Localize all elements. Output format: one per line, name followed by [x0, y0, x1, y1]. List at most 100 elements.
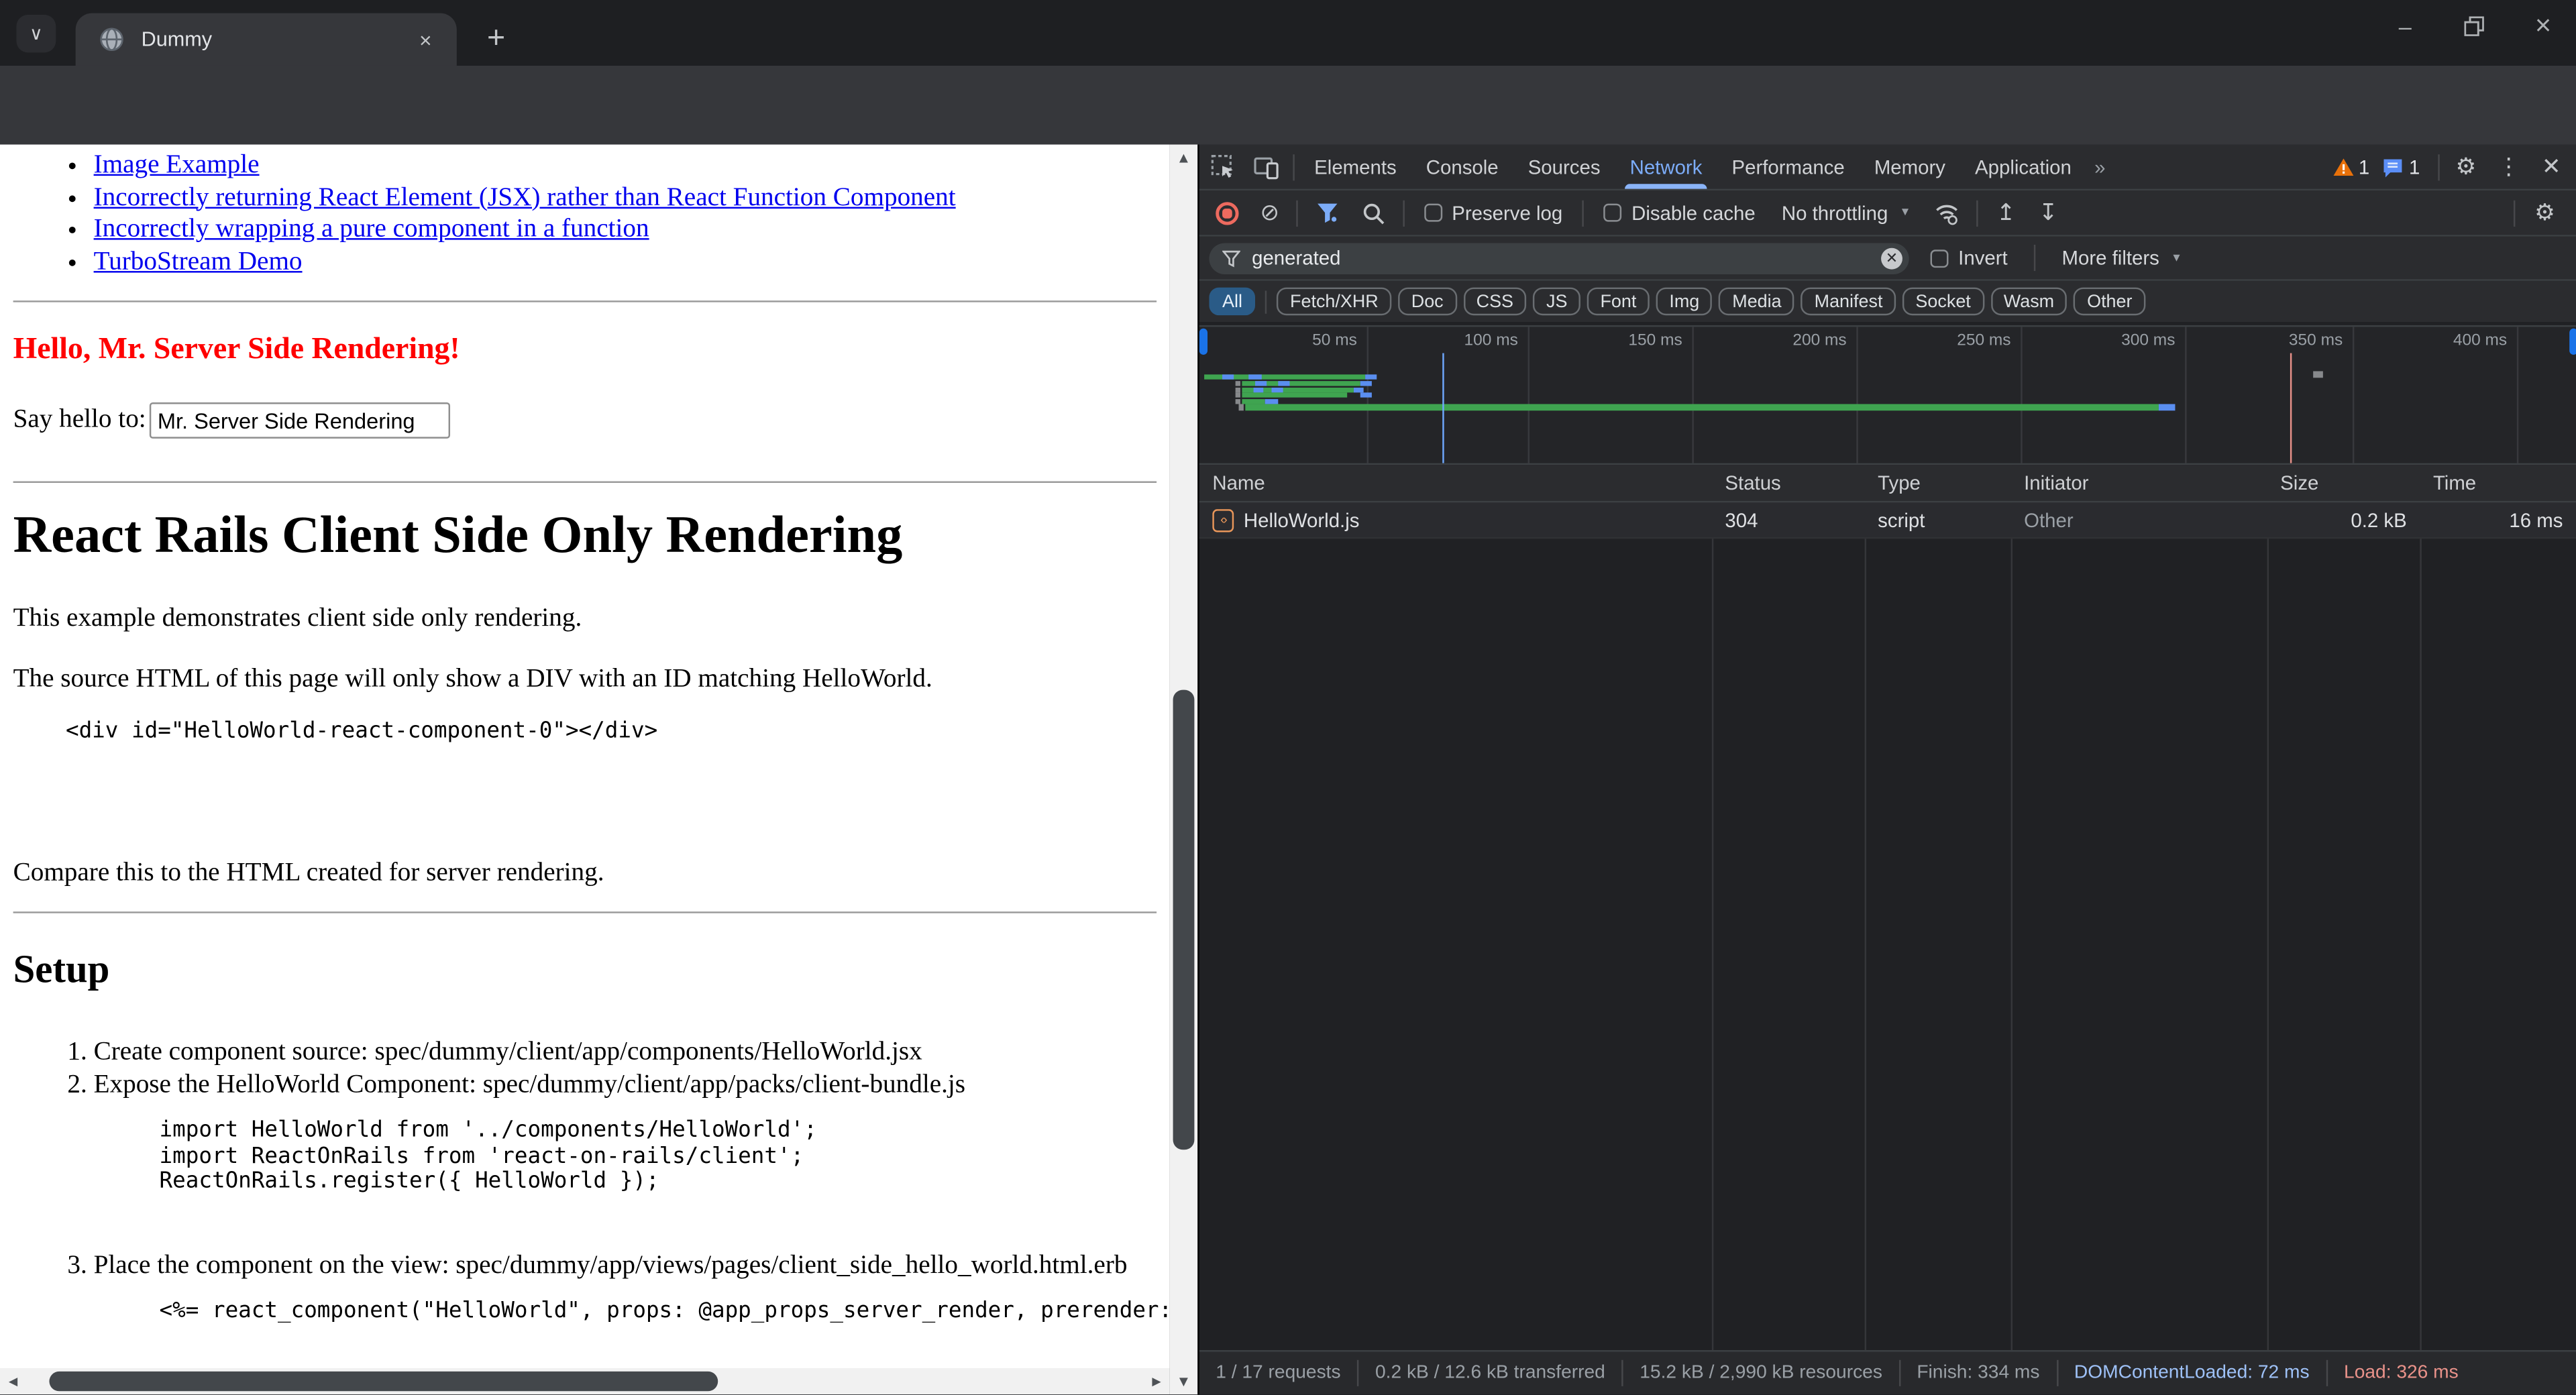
- column-header-time[interactable]: Time: [2420, 471, 2576, 494]
- horizontal-scroll-thumb[interactable]: [49, 1372, 718, 1391]
- chip-wasm[interactable]: Wasm: [1990, 288, 2068, 316]
- overview-left-handle[interactable]: [1199, 329, 1208, 355]
- timeline-tick: 150 ms: [1551, 332, 1682, 350]
- export-har-icon[interactable]: ↧: [2029, 199, 2068, 227]
- scroll-left-icon[interactable]: ◄: [0, 1368, 26, 1394]
- network-settings-icon[interactable]: ⚙: [2524, 194, 2567, 231]
- tab-memory[interactable]: Memory: [1860, 145, 1960, 189]
- waterfall-bar: [2313, 371, 2323, 378]
- more-tabs-icon[interactable]: »: [2086, 145, 2114, 189]
- issues-badge[interactable]: 1: [2383, 155, 2420, 178]
- filter-input[interactable]: generated ✕: [1209, 242, 1909, 274]
- devtools-tabbar: Elements Console Sources Network Perform…: [1199, 145, 2576, 191]
- hello-heading: Hello, Mr. Server Side Rendering!: [13, 332, 1157, 368]
- invert-checkbox[interactable]: [1931, 249, 1949, 267]
- browser-tab[interactable]: Dummy ×: [76, 13, 457, 66]
- chip-socket[interactable]: Socket: [1902, 288, 1984, 316]
- scroll-right-icon[interactable]: ►: [1143, 1368, 1169, 1394]
- request-time: 16 ms: [2420, 508, 2576, 531]
- scroll-down-icon[interactable]: ▼: [1170, 1368, 1198, 1394]
- tab-sources[interactable]: Sources: [1513, 145, 1615, 189]
- minimize-button[interactable]: –: [2389, 10, 2422, 43]
- tab-application[interactable]: Application: [1960, 145, 2086, 189]
- inspect-element-icon[interactable]: [1203, 149, 1246, 185]
- import-har-icon[interactable]: ↥: [1986, 199, 2025, 227]
- scroll-up-icon[interactable]: ▲: [1170, 145, 1198, 171]
- timeline-tick: 300 ms: [2044, 332, 2176, 350]
- chip-fetch-xhr[interactable]: Fetch/XHR: [1277, 288, 1391, 316]
- issues-icon: [2383, 157, 2404, 176]
- setup-list-continued: Place the component on the view: spec/du…: [13, 1250, 1157, 1283]
- search-icon[interactable]: [1352, 194, 1395, 231]
- chip-font[interactable]: Font: [1587, 288, 1650, 316]
- vertical-scroll-thumb[interactable]: [1173, 690, 1195, 1150]
- chip-all[interactable]: All: [1209, 288, 1255, 316]
- chip-img[interactable]: Img: [1656, 288, 1713, 316]
- column-header-type[interactable]: Type: [1865, 471, 2011, 494]
- domcontentloaded-marker: [1442, 353, 1444, 463]
- throttling-select[interactable]: No throttling ▼: [1770, 201, 1923, 224]
- close-window-button[interactable]: ×: [2527, 10, 2560, 43]
- disable-cache-checkbox[interactable]: [1603, 204, 1621, 222]
- devtools-menu-icon[interactable]: ⋮: [2487, 149, 2530, 185]
- network-overview-timeline[interactable]: 50 ms 100 ms 150 ms 200 ms 250 ms 300 ms…: [1199, 325, 2576, 465]
- list-item: Image Example: [94, 150, 1157, 182]
- waterfall-bar: [1265, 398, 1279, 403]
- tab-network[interactable]: Network: [1615, 145, 1717, 189]
- link-list: Image Example Incorrectly returning Reac…: [13, 150, 1157, 278]
- tab-performance[interactable]: Performance: [1717, 145, 1859, 189]
- filter-icon[interactable]: [1305, 194, 1348, 231]
- devtools-close-icon[interactable]: ✕: [2530, 149, 2573, 185]
- clear-network-log-icon[interactable]: ⊘: [1260, 199, 1279, 227]
- record-network-log-icon[interactable]: [1216, 201, 1238, 224]
- column-header-initiator[interactable]: Initiator: [2011, 471, 2267, 494]
- link-incorrect-jsx[interactable]: Incorrectly returning React Element (JSX…: [94, 183, 956, 211]
- vertical-scrollbar[interactable]: ▲ ▼: [1170, 145, 1198, 1395]
- tab-elements[interactable]: Elements: [1299, 145, 1411, 189]
- network-conditions-icon[interactable]: [1926, 194, 1969, 231]
- column-header-name[interactable]: Name: [1199, 471, 1712, 494]
- waterfall-bar: [1236, 387, 1240, 392]
- clear-filter-icon[interactable]: ✕: [1881, 247, 1902, 269]
- globe-icon: [99, 26, 125, 52]
- invert-toggle[interactable]: Invert: [1919, 246, 2019, 269]
- chip-manifest[interactable]: Manifest: [1801, 288, 1896, 316]
- tab-close-icon[interactable]: ×: [411, 25, 440, 54]
- chip-other[interactable]: Other: [2074, 288, 2146, 316]
- setup-heading: Setup: [13, 948, 1157, 994]
- chip-css[interactable]: CSS: [1463, 288, 1527, 316]
- link-incorrect-wrap[interactable]: Incorrectly wrapping a pure component in…: [94, 215, 649, 243]
- tab-console[interactable]: Console: [1411, 145, 1513, 189]
- tab-strip: ∨ Dummy × + – ×: [0, 0, 2576, 66]
- preserve-log-toggle[interactable]: Preserve log: [1412, 201, 1574, 224]
- preserve-log-checkbox[interactable]: [1424, 204, 1442, 222]
- name-input[interactable]: [150, 402, 450, 439]
- request-type: script: [1865, 508, 2011, 531]
- paragraph: Compare this to the HTML created for ser…: [13, 859, 1157, 889]
- waterfall-bar: [1278, 381, 1289, 386]
- code-snippet: <%= react_component("HelloWorld", props:…: [160, 1299, 1157, 1324]
- waterfall-bar: [1365, 374, 1377, 379]
- table-row[interactable]: ‹› HelloWorld.js 304 script Other 0.2 kB…: [1199, 502, 2576, 539]
- chip-doc[interactable]: Doc: [1398, 288, 1456, 316]
- warnings-badge[interactable]: 1: [2332, 155, 2370, 178]
- more-filters-button[interactable]: More filters ▼: [2050, 246, 2194, 269]
- list-item: TurboStream Demo: [94, 245, 1157, 278]
- horizontal-scrollbar[interactable]: ◄ ►: [0, 1368, 1170, 1394]
- chip-js[interactable]: JS: [1533, 288, 1580, 316]
- column-header-size[interactable]: Size: [2267, 471, 2420, 494]
- tab-search-chevron-icon[interactable]: ∨: [16, 15, 56, 52]
- device-toolbar-icon[interactable]: [1245, 149, 1288, 185]
- divider: [13, 911, 1157, 913]
- overview-right-handle[interactable]: [2569, 329, 2576, 355]
- chip-media[interactable]: Media: [1719, 288, 1795, 316]
- disable-cache-toggle[interactable]: Disable cache: [1592, 201, 1767, 224]
- column-header-status[interactable]: Status: [1712, 471, 1865, 494]
- devtools-settings-icon[interactable]: ⚙: [2445, 149, 2487, 185]
- link-image-example[interactable]: Image Example: [94, 151, 260, 179]
- link-turbostream[interactable]: TurboStream Demo: [94, 247, 303, 276]
- new-tab-button[interactable]: +: [473, 16, 519, 62]
- restore-button[interactable]: [2458, 10, 2491, 43]
- list-item: Incorrectly returning React Element (JSX…: [94, 182, 1157, 214]
- page-content: Image Example Incorrectly returning Reac…: [0, 145, 1170, 1368]
